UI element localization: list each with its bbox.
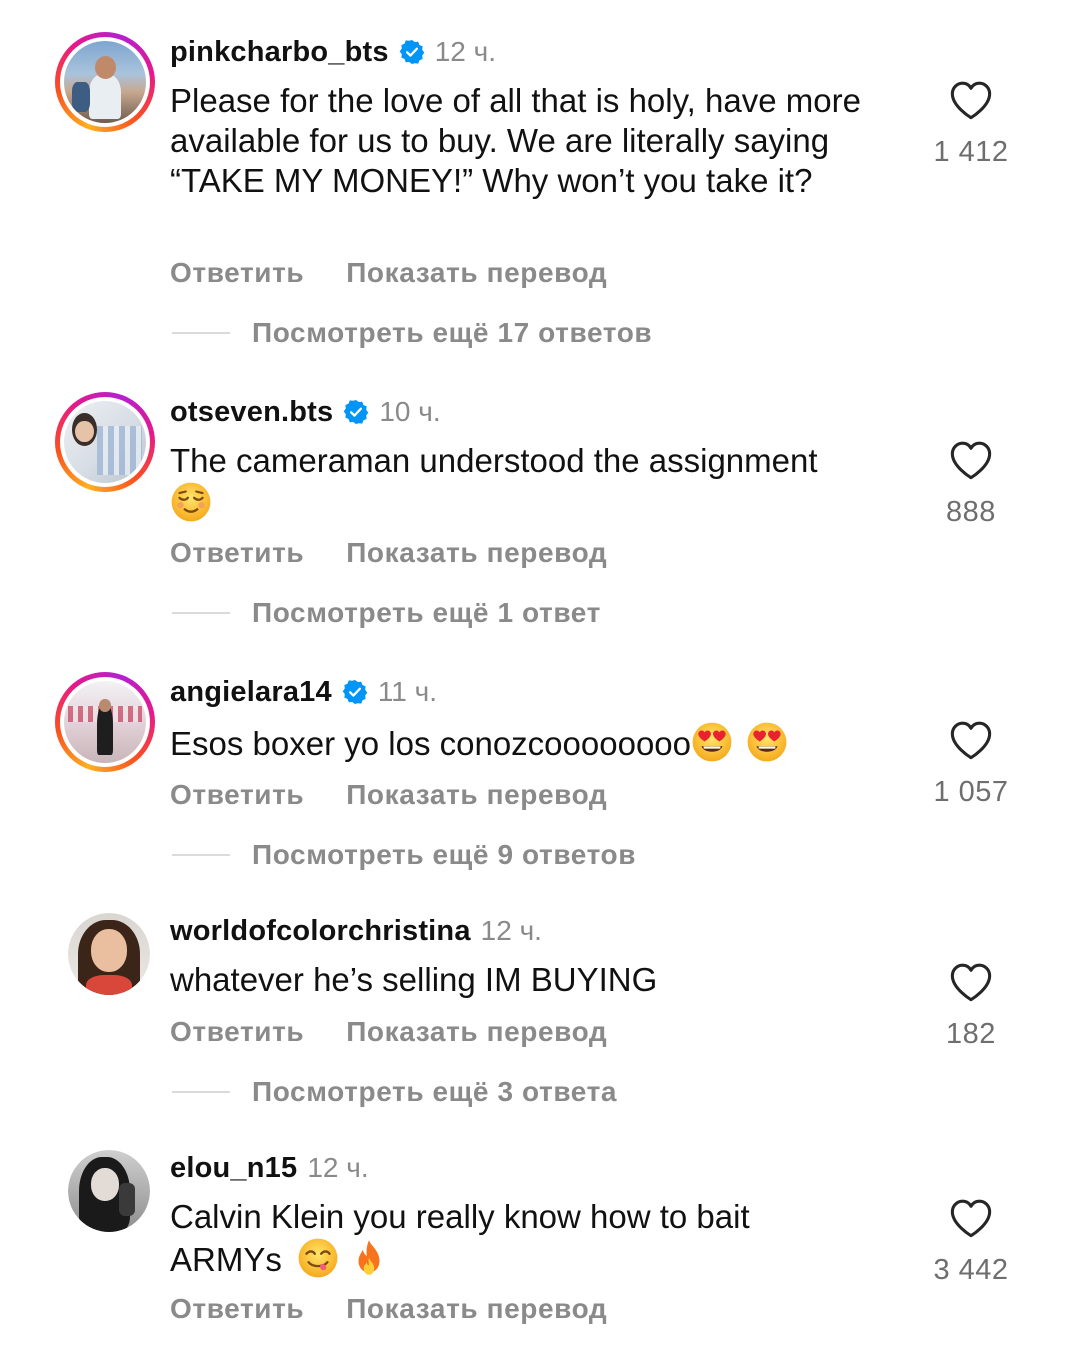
like-count: 1 057	[933, 776, 1009, 808]
yum-face-emoji	[297, 1237, 339, 1279]
comment-timestamp: 12 ч.	[307, 1152, 369, 1183]
like-heart-icon[interactable]	[949, 1198, 993, 1238]
comment-username[interactable]: elou_n15	[170, 1152, 297, 1185]
comment-timestamp: 11 ч.	[377, 676, 438, 707]
view-replies-label: Посмотреть ещё 1 ответ	[252, 597, 601, 628]
replies-divider	[172, 854, 230, 856]
verified-badge-icon	[399, 39, 425, 65]
show-translation-button[interactable]: Показать перевод	[346, 1293, 607, 1325]
avatar[interactable]	[68, 913, 150, 995]
like-count: 182	[946, 1018, 996, 1050]
like-count: 888	[946, 496, 996, 528]
like-heart-icon[interactable]	[949, 440, 993, 480]
verified-badge-icon	[343, 399, 369, 425]
heart-eyes-emoji	[746, 721, 788, 763]
avatar-image	[68, 1150, 150, 1232]
show-translation-button[interactable]: Показать перевод	[346, 257, 607, 289]
replies-divider	[172, 1091, 230, 1093]
avatar	[64, 41, 146, 123]
comment-text: Esos boxer yo los conozcoooooooo	[170, 721, 890, 764]
view-replies-button[interactable]: Посмотреть ещё 17 ответов	[172, 316, 652, 350]
avatar-image	[68, 913, 150, 995]
comment-text-body: whatever he’s selling IM BUYING	[170, 961, 658, 998]
comment-username[interactable]: worldofcolorchristina	[170, 915, 471, 948]
comment-text-body: The cameraman understood the assignment	[170, 442, 818, 479]
view-replies-label: Посмотреть ещё 9 ответов	[252, 839, 637, 870]
show-translation-button[interactable]: Показать перевод	[346, 1016, 607, 1048]
comment-text: Calvin Klein you really know how to bait…	[170, 1197, 850, 1280]
reply-button[interactable]: Ответить	[170, 537, 304, 569]
view-replies-label: Посмотреть ещё 3 ответа	[252, 1076, 618, 1107]
comment-timestamp: 12 ч.	[434, 36, 497, 67]
comment-username[interactable]: pinkcharbo_bts	[170, 36, 389, 69]
reply-button[interactable]: Ответить	[170, 779, 304, 811]
show-translation-button[interactable]: Показать перевод	[346, 779, 607, 811]
comment-text-body: Please for the love of all that is holy,…	[170, 82, 861, 199]
avatar-story-ring[interactable]	[55, 32, 155, 132]
reply-button[interactable]: Ответить	[170, 1016, 304, 1048]
comment-text-body: Calvin Klein you really know how to bait…	[170, 1198, 750, 1278]
comment-username[interactable]: angielara14	[170, 676, 332, 709]
avatar-story-ring[interactable]	[55, 672, 155, 772]
like-heart-icon[interactable]	[949, 80, 993, 120]
view-replies-label: Посмотреть ещё 17 ответов	[252, 317, 653, 348]
relieved-face-emoji	[170, 481, 212, 523]
heart-eyes-emoji	[691, 721, 733, 763]
reply-button[interactable]: Ответить	[170, 1293, 304, 1325]
reply-button[interactable]: Ответить	[170, 257, 304, 289]
like-count: 1 412	[933, 136, 1009, 168]
avatar[interactable]	[68, 1150, 150, 1232]
view-replies-button[interactable]: Посмотреть ещё 9 ответов	[172, 838, 636, 872]
verified-badge-icon	[342, 679, 368, 705]
like-count: 3 442	[933, 1254, 1009, 1286]
comment-text: The cameraman understood the assignment	[170, 441, 890, 524]
avatar	[64, 681, 146, 763]
comment-text-body: Esos boxer yo los conozcoooooooo	[170, 725, 692, 762]
comment-username[interactable]: otseven.bts	[170, 396, 333, 429]
replies-divider	[172, 612, 230, 614]
like-heart-icon[interactable]	[949, 962, 993, 1002]
comment-timestamp: 10 ч.	[379, 396, 441, 427]
view-replies-button[interactable]: Посмотреть ещё 1 ответ	[172, 596, 601, 630]
comment-text: Please for the love of all that is holy,…	[170, 81, 890, 201]
view-replies-button[interactable]: Посмотреть ещё 3 ответа	[172, 1075, 617, 1109]
fire-emoji	[348, 1237, 390, 1279]
comment-text: whatever he’s selling IM BUYING	[170, 960, 890, 1000]
comment-timestamp: 12 ч.	[480, 915, 542, 946]
replies-divider	[172, 332, 230, 334]
avatar-story-ring[interactable]	[55, 392, 155, 492]
show-translation-button[interactable]: Показать перевод	[346, 537, 607, 569]
avatar	[64, 401, 146, 483]
like-heart-icon[interactable]	[949, 720, 993, 760]
